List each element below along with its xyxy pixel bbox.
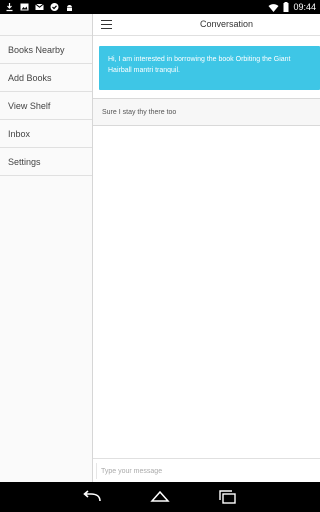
message-input[interactable] — [96, 463, 316, 479]
back-icon[interactable] — [81, 489, 103, 505]
wifi-icon — [268, 3, 279, 12]
page-title: Conversation — [199, 19, 254, 29]
recents-icon[interactable] — [217, 489, 239, 505]
system-nav-bar — [0, 482, 320, 512]
outgoing-message: Sure I stay thy there too — [93, 98, 320, 126]
drawer-header — [0, 14, 92, 36]
app-bar: Conversation — [93, 14, 320, 36]
status-bar: 09:44 — [0, 0, 320, 14]
clock: 09:44 — [293, 2, 316, 12]
notification-icons — [4, 1, 75, 13]
sidebar-item-inbox[interactable]: Inbox — [0, 120, 92, 148]
incoming-message: Hi, I am interested in borrowing the boo… — [99, 46, 320, 90]
sidebar-item-settings[interactable]: Settings — [0, 148, 92, 176]
home-icon[interactable] — [149, 489, 171, 505]
status-right: 09:44 — [268, 0, 316, 14]
sidebar-item-view-shelf[interactable]: View Shelf — [0, 92, 92, 120]
image-icon — [20, 3, 29, 11]
conversation-panel: Conversation Hi, I am interested in borr… — [93, 14, 320, 482]
android-icon — [67, 5, 72, 11]
sidebar-item-books-nearby[interactable]: Books Nearby — [0, 36, 92, 64]
download-icon — [6, 3, 13, 12]
sidebar-item-add-books[interactable]: Add Books — [0, 64, 92, 92]
message-composer — [93, 458, 320, 482]
check-icon — [50, 3, 59, 11]
battery-icon — [283, 2, 289, 12]
navigation-drawer: Books Nearby Add Books View Shelf Inbox … — [0, 14, 93, 482]
gmail-icon — [35, 3, 44, 10]
